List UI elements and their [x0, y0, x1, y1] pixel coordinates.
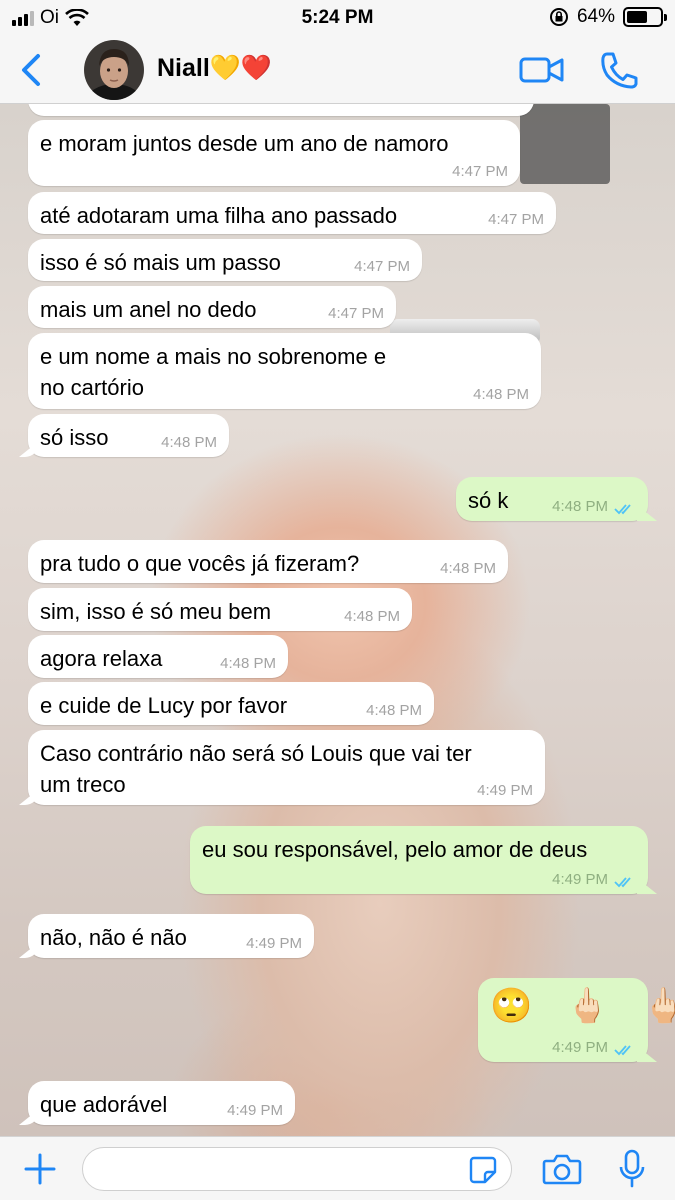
message-bubble-outgoing[interactable]: 🙄 🖕🏻 🖕🏻 4:49 PM — [478, 978, 675, 1062]
video-call-icon[interactable] — [518, 54, 566, 86]
message-text: e moram juntos desde um ano de namoro — [40, 131, 449, 156]
status-bar: Oi 5:24 PM 64% — [0, 0, 675, 36]
message-text: até adotaram uma filha ano passado — [40, 203, 398, 228]
message-time: 4:47 PM — [354, 258, 410, 275]
contact-emojis: 💛❤️ — [209, 54, 273, 82]
message-bubble-incoming[interactable]: até adotaram uma filha ano passado 4:47 … — [28, 192, 556, 234]
message-bubble-incoming[interactable]: pra tudo o que vocês já fizeram? 4:48 PM — [28, 540, 508, 583]
message-bubble-partial — [28, 104, 534, 116]
message-time: 4:49 PM — [246, 935, 302, 952]
plus-icon[interactable] — [22, 1151, 58, 1187]
read-receipt-icon — [614, 877, 631, 888]
face-rolling-eyes-emoji: 🙄 — [490, 987, 533, 1025]
message-text: pra tudo o que vocês já fizeram? — [40, 551, 360, 576]
message-bubble-incoming[interactable]: só isso 4:48 PM — [28, 414, 229, 457]
contact-title[interactable]: Niall 💛❤️ — [157, 54, 272, 83]
read-receipt-icon — [614, 504, 631, 515]
message-bubble-incoming[interactable]: Caso contrário não será só Louis que vai… — [28, 730, 545, 805]
message-bubble-incoming[interactable]: isso é só mais um passo 4:47 PM — [28, 239, 422, 281]
message-time: 4:49 PM — [477, 782, 533, 799]
message-text-line: um treco — [40, 772, 126, 797]
battery-level — [627, 11, 648, 23]
message-bubble-incoming[interactable]: e cuide de Lucy por favor 4:48 PM — [28, 682, 434, 725]
message-bubble-incoming[interactable]: e moram juntos desde um ano de namoro 4:… — [28, 120, 520, 186]
message-bubble-incoming[interactable]: mais um anel no dedo 4:47 PM — [28, 286, 396, 328]
message-text: eu sou responsável, pelo amor de deus — [202, 837, 588, 862]
message-time: 4:47 PM — [328, 305, 384, 322]
message-time: 4:47 PM — [452, 163, 508, 180]
message-time: 4:48 PM — [440, 560, 496, 577]
message-bubble-incoming[interactable]: agora relaxa 4:48 PM — [28, 635, 288, 678]
message-text-line: no cartório — [40, 375, 144, 400]
message-time: 4:47 PM — [488, 211, 544, 228]
message-bubble-outgoing[interactable]: só k 4:48 PM — [456, 477, 648, 521]
message-time: 4:49 PM — [227, 1102, 283, 1119]
message-text-line: e um nome a mais no sobrenome e — [40, 344, 387, 369]
message-time: 4:49 PM — [552, 1039, 608, 1056]
message-bubble-incoming[interactable]: sim, isso é só meu bem 4:48 PM — [28, 588, 412, 631]
phone-icon[interactable] — [598, 50, 640, 90]
rotation-lock-icon — [549, 8, 568, 26]
middle-finger-emoji: 🖕🏻 — [566, 987, 609, 1025]
composer-bar — [0, 1136, 675, 1200]
sticker-icon[interactable] — [468, 1155, 498, 1185]
chat-header: Niall 💛❤️ — [0, 36, 675, 104]
message-time: 4:48 PM — [344, 608, 400, 625]
message-time: 4:48 PM — [366, 702, 422, 719]
wallpaper-detail — [520, 104, 610, 184]
message-bubble-outgoing[interactable]: eu sou responsável, pelo amor de deus 4:… — [190, 826, 648, 894]
emoji-row: 🙄 🖕🏻 🖕🏻 — [490, 986, 675, 1026]
status-right: 64% — [549, 6, 667, 28]
message-list[interactable]: e moram juntos desde um ano de namoro 4:… — [0, 104, 675, 1136]
message-time: 4:48 PM — [552, 498, 608, 515]
microphone-icon[interactable] — [618, 1149, 646, 1189]
message-time: 4:48 PM — [220, 655, 276, 672]
middle-finger-emoji: 🖕🏻 — [642, 987, 675, 1025]
message-input[interactable] — [82, 1147, 512, 1191]
contact-name: Niall — [157, 54, 210, 82]
avatar[interactable] — [84, 40, 144, 100]
message-time: 4:49 PM — [552, 871, 608, 888]
battery-icon — [623, 7, 667, 27]
message-text: e cuide de Lucy por favor — [40, 693, 288, 718]
message-text-line: Caso contrário não será só Louis que vai… — [40, 741, 472, 766]
message-time: 4:48 PM — [161, 434, 217, 451]
message-time: 4:48 PM — [473, 386, 529, 403]
battery-percent: 64% — [576, 6, 615, 27]
message-bubble-incoming[interactable]: que adorável 4:49 PM — [28, 1081, 295, 1125]
message-bubble-incoming[interactable]: e um nome a mais no sobrenome e no cartó… — [28, 333, 541, 409]
read-receipt-icon — [614, 1045, 631, 1056]
camera-icon[interactable] — [542, 1153, 582, 1185]
message-bubble-incoming[interactable]: não, não é não 4:49 PM — [28, 914, 314, 958]
back-chevron-icon[interactable] — [14, 50, 50, 90]
